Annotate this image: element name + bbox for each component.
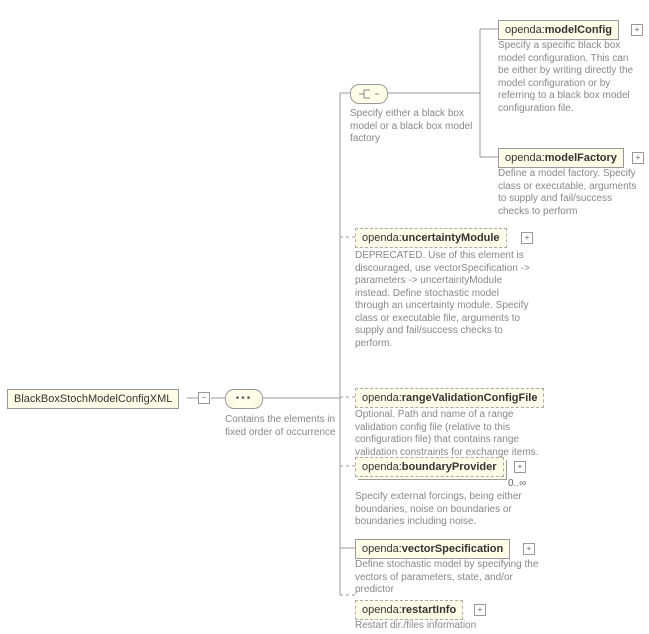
uncertainty-module-prefix: openda:: [362, 232, 402, 244]
restart-info-expand[interactable]: +: [474, 604, 486, 616]
model-factory-name: modelFactory: [545, 152, 617, 164]
uncertainty-module-name: uncertaintyModule: [402, 232, 500, 244]
root-label: BlackBoxStochModelConfigXML: [14, 393, 172, 405]
model-config-prefix: openda:: [505, 24, 545, 36]
vector-spec-prefix: openda:: [362, 543, 402, 555]
model-config-desc: Specify a specific black box model confi…: [498, 40, 638, 115]
model-factory-desc: Define a model factory. Specify class or…: [498, 168, 638, 218]
sequence-desc: Contains the elements in fixed order of …: [225, 414, 355, 439]
choice-compositor[interactable]: [350, 84, 388, 104]
boundary-provider-desc: Specify external forcings, being either …: [355, 491, 535, 529]
restart-info-prefix: openda:: [362, 604, 402, 616]
boundary-provider-name: boundaryProvider: [402, 461, 497, 473]
range-validation-name: rangeValidationConfigFile: [402, 392, 538, 404]
vector-spec-name: vectorSpecification: [402, 543, 503, 555]
choice-icon: [357, 88, 381, 100]
vector-specification-element[interactable]: openda:vectorSpecification: [355, 539, 510, 559]
restart-info-desc: Restart dir./files information: [355, 620, 525, 633]
vector-specification-expand[interactable]: +: [523, 543, 535, 555]
uncertainty-module-desc: DEPRECATED. Use of this element is disco…: [355, 250, 533, 350]
model-factory-expand[interactable]: +: [632, 152, 644, 164]
boundary-provider-expand[interactable]: +: [514, 461, 526, 473]
model-factory-prefix: openda:: [505, 152, 545, 164]
model-config-expand[interactable]: +: [631, 24, 643, 36]
model-config-name: modelConfig: [545, 24, 612, 36]
uncertainty-module-expand[interactable]: +: [521, 232, 533, 244]
range-validation-desc: Optional. Path and name of a range valid…: [355, 409, 545, 459]
boundary-provider-mult: 0..∞: [508, 478, 526, 489]
boundary-provider-prefix: openda:: [362, 461, 402, 473]
sequence-icon: •••: [236, 394, 253, 404]
range-validation-prefix: openda:: [362, 392, 402, 404]
root-element[interactable]: BlackBoxStochModelConfigXML: [7, 389, 179, 409]
boundary-provider-element[interactable]: openda:boundaryProvider: [355, 457, 504, 477]
sequence-compositor[interactable]: •••: [225, 389, 263, 409]
choice-desc: Specify either a black box model or a bl…: [350, 108, 476, 146]
range-validation-element[interactable]: openda:rangeValidationConfigFile: [355, 388, 544, 408]
model-factory-element[interactable]: openda:modelFactory: [498, 148, 624, 168]
restart-info-element[interactable]: openda:restartInfo: [355, 600, 463, 620]
vector-specification-desc: Define stochastic model by specifying th…: [355, 559, 540, 597]
model-config-element[interactable]: openda:modelConfig: [498, 20, 619, 40]
uncertainty-module-element[interactable]: openda:uncertaintyModule: [355, 228, 507, 248]
root-collapse-box[interactable]: −: [198, 392, 210, 404]
restart-info-name: restartInfo: [402, 604, 456, 616]
